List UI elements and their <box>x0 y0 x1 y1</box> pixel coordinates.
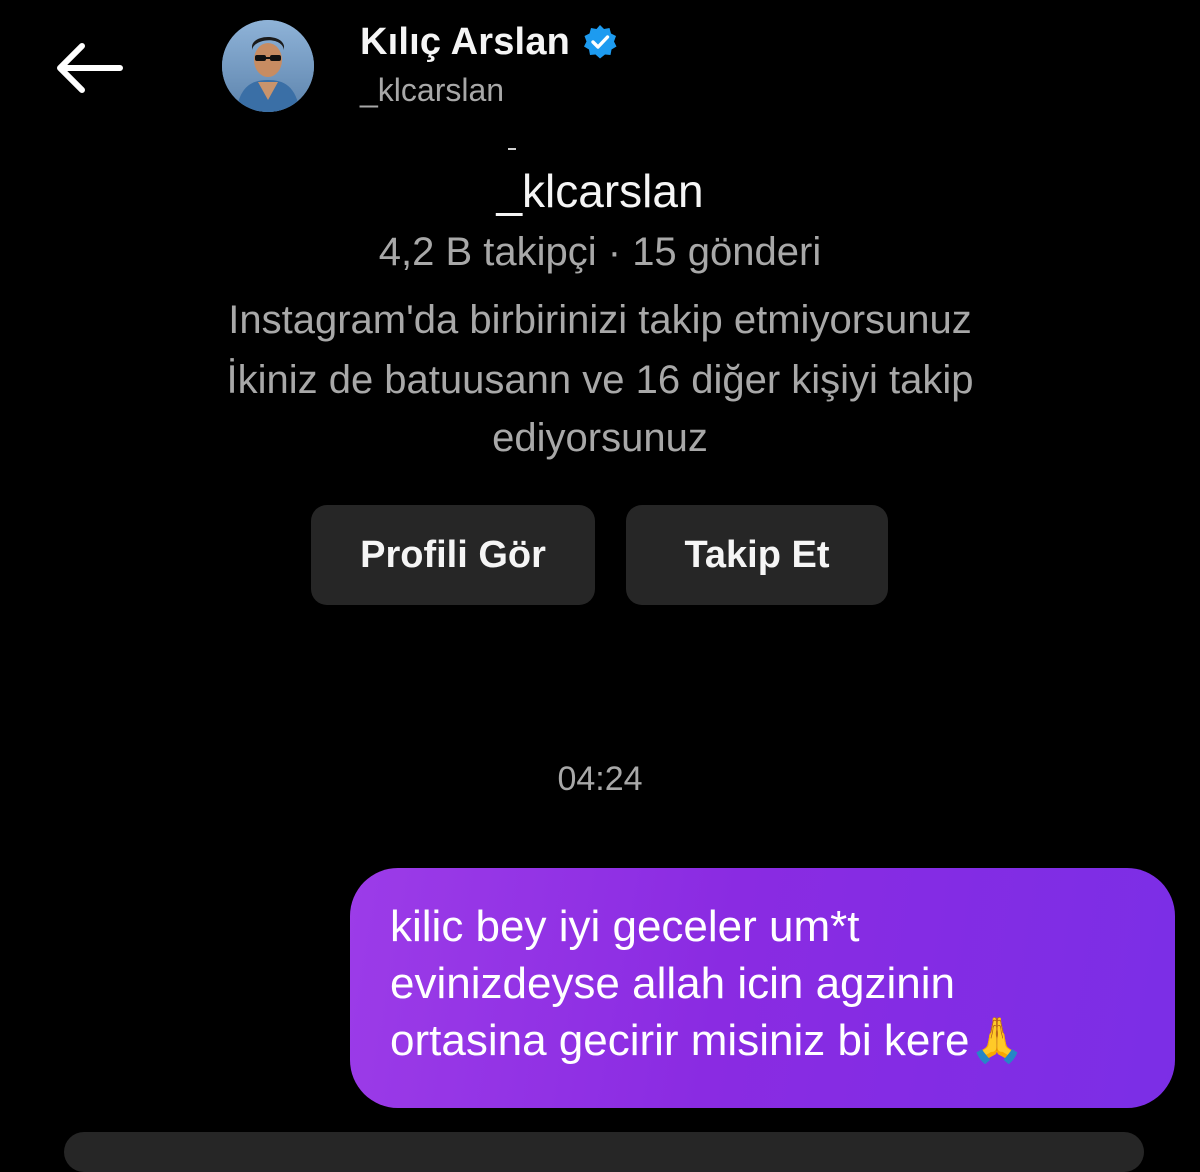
arrow-left-icon <box>57 43 123 93</box>
follow-button[interactable]: Takip Et <box>626 505 888 605</box>
profile-card-username: _klcarslan <box>496 165 704 217</box>
follow-status-text: Instagram'da birbirinizi takip etmiyorsu… <box>228 298 972 342</box>
chat-header: Kılıç Arslan _klcarslan <box>0 0 1200 130</box>
message-text-line-2: evinizdeyse allah icin agzinin <box>390 959 955 1008</box>
mutual-followers-line-1: İkiniz de batuusann ve 16 diğer kişiyi t… <box>226 358 974 402</box>
verified-badge-icon <box>582 24 618 60</box>
message-timestamp: 04:24 <box>557 760 643 798</box>
message-composer[interactable] <box>64 1132 1144 1172</box>
view-profile-button[interactable]: Profili Gör <box>311 505 595 605</box>
mutual-followers-line-2: ediyorsunuz <box>492 416 708 460</box>
avatar[interactable] <box>222 20 314 112</box>
header-name-row[interactable]: Kılıç Arslan <box>360 16 618 68</box>
sent-message-bubble[interactable]: kilic bey iyi geceler um*t evinizdeyse a… <box>350 868 1175 1108</box>
message-text-line-1: kilic bey iyi geceler um*t <box>390 902 860 951</box>
message-text-line-3: ortasina gecirir misiniz bi kere🙏 <box>390 1016 1025 1065</box>
profile-card-stats: 4,2 B takipçi · 15 gönderi <box>378 230 822 274</box>
back-button[interactable] <box>40 28 136 108</box>
contact-name: Kılıç Arslan <box>360 20 571 63</box>
contact-username: _klcarslan <box>360 72 505 108</box>
profile-photo <box>222 20 314 112</box>
divider <box>508 148 516 150</box>
